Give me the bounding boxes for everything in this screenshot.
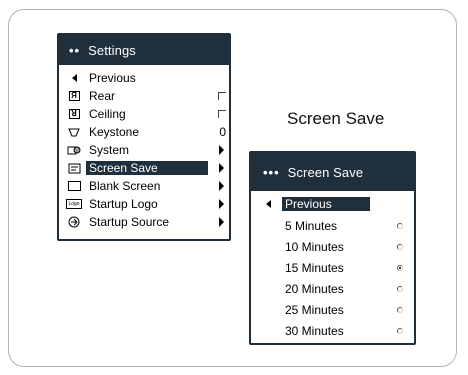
startup-logo-icon: Logo — [66, 199, 82, 209]
submenu-item-25-minutes[interactable]: 25 Minutes — [285, 303, 414, 317]
menu-item-screen-save[interactable]: Screen Save — [59, 161, 229, 175]
menu-item-startup-logo[interactable]: Logo Startup Logo — [59, 197, 229, 211]
submenu-item-5-minutes[interactable]: 5 Minutes — [285, 219, 414, 233]
submenu-item-label: 25 Minutes — [285, 303, 344, 317]
submenu-arrow-icon — [219, 145, 224, 155]
submenu-item-15-minutes[interactable]: 15 Minutes — [285, 261, 414, 275]
submenu-arrow-icon — [219, 217, 224, 227]
menu-item-label: Startup Logo — [89, 197, 158, 211]
system-icon — [67, 145, 81, 156]
menu-item-blank-screen[interactable]: Blank Screen — [59, 179, 229, 193]
submenu-item-label: Previous — [282, 197, 370, 211]
settings-menu: •• Settings Previous Я Rear ꓤ Ceiling Ke… — [57, 33, 231, 241]
submenu-item-30-minutes[interactable]: 30 Minutes — [285, 324, 414, 338]
submenu-item-label: 15 Minutes — [285, 261, 344, 275]
menu-item-rear[interactable]: Я Rear — [59, 89, 229, 103]
menu-dots-icon: ••• — [263, 164, 280, 180]
submenu-item-previous[interactable]: Previous — [251, 197, 414, 211]
startup-source-icon — [67, 216, 81, 228]
back-arrow-icon — [67, 73, 81, 84]
radio-20-minutes[interactable] — [397, 286, 403, 292]
radio-15-minutes[interactable] — [397, 265, 403, 271]
blank-screen-icon — [67, 181, 81, 192]
radio-10-minutes[interactable] — [397, 244, 403, 250]
menu-item-label: Previous — [89, 71, 136, 85]
ceiling-checkbox[interactable] — [218, 110, 226, 118]
rear-checkbox[interactable] — [218, 92, 226, 100]
menu-item-label: Rear — [89, 89, 116, 103]
menu-item-keystone[interactable]: Keystone 0 — [59, 125, 229, 139]
menu-item-label: System — [89, 143, 130, 157]
submenu-item-10-minutes[interactable]: 10 Minutes — [285, 240, 414, 254]
settings-menu-header: •• Settings — [59, 35, 229, 65]
menu-item-label: Blank Screen — [89, 179, 161, 193]
submenu-arrow-icon — [219, 181, 224, 191]
screen-save-caption: Screen Save — [287, 109, 385, 128]
menu-item-label: Startup Source — [89, 215, 170, 229]
menu-item-startup-source[interactable]: Startup Source — [59, 215, 229, 229]
radio-5-minutes[interactable] — [397, 223, 403, 229]
keystone-value: 0 — [219, 125, 226, 139]
screen-save-menu-header: ••• Screen Save — [251, 153, 414, 191]
menu-item-label: Screen Save — [86, 161, 208, 175]
menu-item-label: Keystone — [89, 125, 140, 139]
radio-30-minutes[interactable] — [397, 328, 403, 334]
back-arrow-icon — [261, 199, 275, 210]
submenu-item-label: 5 Minutes — [285, 219, 338, 233]
radio-25-minutes[interactable] — [397, 307, 403, 313]
menu-item-system[interactable]: System — [59, 143, 229, 157]
submenu-arrow-icon — [219, 163, 224, 173]
menu-item-label: Ceiling — [89, 107, 126, 121]
menu-item-ceiling[interactable]: ꓤ Ceiling — [59, 107, 229, 121]
submenu-item-20-minutes[interactable]: 20 Minutes — [285, 282, 414, 296]
submenu-item-label: 10 Minutes — [285, 240, 344, 254]
submenu-item-label: 30 Minutes — [285, 324, 344, 338]
settings-menu-title: Settings — [88, 42, 136, 58]
rear-projection-icon: Я — [67, 91, 81, 102]
submenu-arrow-icon — [219, 199, 224, 209]
screen-save-menu-title: Screen Save — [287, 164, 364, 180]
ceiling-mount-icon: ꓤ — [67, 109, 81, 120]
menu-item-previous[interactable]: Previous — [59, 71, 229, 85]
keystone-icon — [67, 127, 81, 138]
screen-save-menu: ••• Screen Save Previous 5 Minutes 10 Mi… — [249, 151, 416, 345]
screen-save-icon — [67, 163, 81, 174]
menu-dots-icon: •• — [69, 42, 81, 58]
submenu-item-label: 20 Minutes — [285, 282, 344, 296]
